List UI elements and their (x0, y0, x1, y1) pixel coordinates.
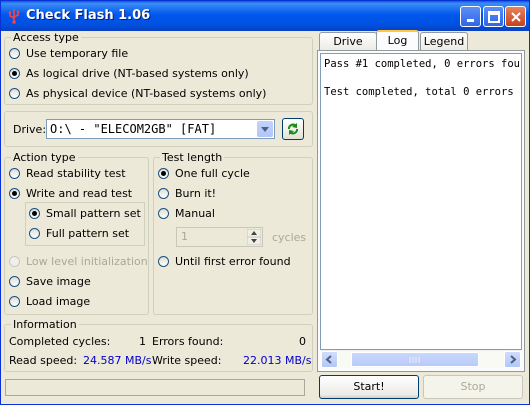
radio-indicator (158, 188, 169, 199)
radio-label: Small pattern set (46, 207, 141, 220)
radio-indicator (29, 228, 40, 239)
radio-indicator (9, 276, 20, 287)
errors-found-label: Errors found: (152, 335, 224, 348)
radio-label: Use temporary file (26, 47, 129, 60)
maximize-icon (488, 11, 500, 23)
information-legend: Information (11, 318, 79, 331)
minimize-icon (467, 19, 474, 22)
start-button[interactable]: Start! (319, 375, 419, 399)
log-line: Test completed, total 0 errors (324, 86, 514, 98)
radio-label: As logical drive (NT-based systems only) (26, 67, 249, 80)
start-button-label: Start! (353, 380, 385, 393)
cycles-stepper: 1 (176, 227, 263, 247)
cycles-label: cycles (272, 231, 307, 244)
title-bar[interactable]: Check Flash 1.06 (1, 1, 529, 31)
read-speed-label: Read speed: (9, 354, 78, 367)
log-horizontal-scrollbar[interactable] (321, 350, 521, 368)
completed-cycles-label: Completed cycles: (9, 335, 111, 348)
close-icon (511, 12, 521, 22)
tab-drive-map[interactable]: Drive map (319, 32, 377, 65)
test-length-legend: Test length (160, 151, 225, 164)
status-bar (5, 379, 305, 396)
tab-label: Log (387, 34, 408, 47)
radio-label: Manual (175, 207, 215, 220)
completed-cycles-value: 1 (139, 335, 146, 348)
write-speed-label: Write speed: (152, 354, 222, 367)
stop-button-label: Stop (460, 380, 486, 393)
radio-indicator (9, 48, 20, 59)
radio-indicator (9, 88, 20, 99)
spin-arrows-icon (246, 228, 262, 246)
radio-indicator (9, 256, 20, 267)
radio-indicator (158, 168, 169, 179)
maximize-button[interactable] (483, 6, 504, 27)
main-window: Check Flash 1.06 Access type Use tempora… (0, 0, 530, 405)
radio-indicator (9, 296, 20, 307)
radio-indicator (158, 256, 169, 267)
action-type-legend: Action type (11, 151, 78, 164)
radio-label: Write and read test (26, 187, 133, 200)
refresh-button[interactable] (282, 118, 304, 140)
minimize-button[interactable] (460, 6, 481, 27)
chevron-left-icon (325, 355, 332, 364)
stop-button: Stop (423, 375, 523, 399)
radio-indicator (158, 208, 169, 219)
radio-label: Save image (26, 275, 91, 288)
errors-found-value: 0 (299, 335, 306, 348)
radio-label: As physical device (NT-based systems onl… (26, 87, 267, 100)
usb-icon (8, 9, 20, 24)
tab-legend[interactable]: Legend (420, 32, 468, 50)
grip-icon (409, 357, 420, 363)
chevron-right-icon (510, 355, 517, 364)
radio-label: Low level initialization (26, 255, 148, 268)
drive-label: Drive: (13, 123, 47, 136)
radio-label: Burn it! (175, 187, 217, 200)
read-speed-value: 24.587 MB/s (83, 354, 152, 367)
log-line: Pass #1 completed, 0 errors fou (324, 58, 520, 70)
log-output[interactable]: Pass #1 completed, 0 errors fou Test com… (320, 53, 522, 350)
cycles-value: 1 (181, 230, 188, 243)
tab-label: Legend (423, 35, 465, 48)
radio-label: One full cycle (175, 167, 250, 180)
radio-indicator (9, 188, 20, 199)
drive-select-value: O:\ - "ELECOM2GB" [FAT] (50, 122, 217, 136)
radio-indicator (9, 68, 20, 79)
radio-label: Full pattern set (46, 227, 130, 240)
write-speed-value: 22.013 MB/s (243, 354, 312, 367)
chevron-down-icon (261, 127, 269, 132)
drive-dropdown-button[interactable] (257, 121, 273, 137)
refresh-icon (288, 123, 298, 135)
radio-indicator (9, 168, 20, 179)
scroll-right-button[interactable] (504, 351, 521, 368)
radio-label: Load image (26, 295, 91, 308)
close-button[interactable] (505, 6, 526, 27)
scroll-thumb[interactable] (351, 352, 479, 367)
scroll-left-button[interactable] (321, 351, 338, 368)
access-type-legend: Access type (11, 31, 81, 44)
radio-label: Read stability test (26, 167, 126, 180)
tab-log[interactable]: Log (376, 30, 419, 52)
cycles-spin-buttons (246, 228, 262, 246)
radio-label: Until first error found (175, 255, 291, 268)
window-title: Check Flash 1.06 (26, 8, 151, 23)
radio-indicator (29, 208, 40, 219)
drive-select[interactable]: O:\ - "ELECOM2GB" [FAT] (46, 119, 275, 139)
